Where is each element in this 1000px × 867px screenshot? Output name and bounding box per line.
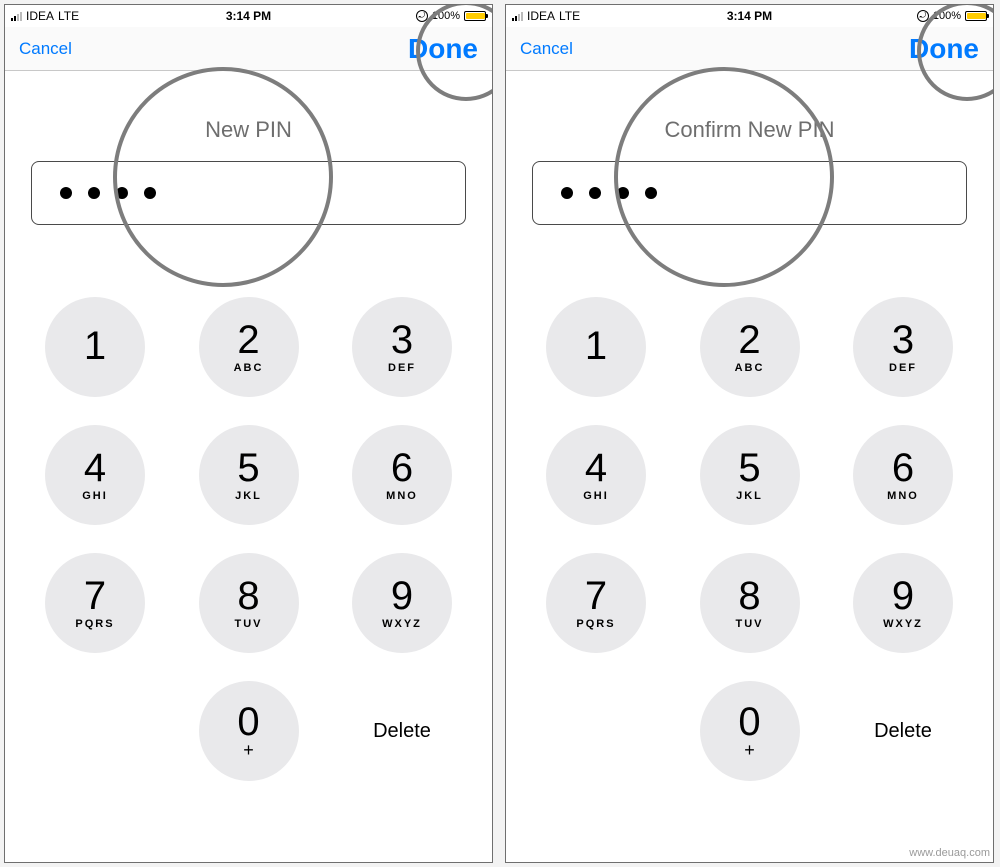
key-7[interactable]: 7PQRS bbox=[546, 553, 646, 653]
orientation-lock-icon: ⤾ bbox=[917, 10, 929, 22]
key-1[interactable]: 1 bbox=[45, 297, 145, 397]
key-0[interactable]: 0+ bbox=[700, 681, 800, 781]
key-2[interactable]: 2ABC bbox=[700, 297, 800, 397]
delete-button[interactable]: Delete bbox=[853, 720, 953, 743]
pin-dot bbox=[645, 187, 657, 199]
key-0[interactable]: 0+ bbox=[199, 681, 299, 781]
pin-dot bbox=[116, 187, 128, 199]
nav-bar: Cancel Done bbox=[506, 27, 993, 71]
keypad-spacer bbox=[546, 681, 646, 781]
screen-confirm-pin: IDEA LTE 3:14 PM ⤾ 100% Cancel Done Conf… bbox=[505, 4, 994, 863]
battery-icon bbox=[464, 11, 486, 21]
key-4[interactable]: 4GHI bbox=[546, 425, 646, 525]
key-4[interactable]: 4GHI bbox=[45, 425, 145, 525]
network-type: LTE bbox=[58, 9, 79, 23]
pin-dot bbox=[617, 187, 629, 199]
battery-percent: 100% bbox=[933, 10, 961, 22]
signal-icon bbox=[512, 11, 523, 21]
carrier-label: IDEA bbox=[26, 9, 54, 23]
key-1[interactable]: 1 bbox=[546, 297, 646, 397]
key-2[interactable]: 2ABC bbox=[199, 297, 299, 397]
key-9[interactable]: 9WXYZ bbox=[853, 553, 953, 653]
orientation-lock-icon: ⤾ bbox=[416, 10, 428, 22]
battery-icon bbox=[965, 11, 987, 21]
key-8[interactable]: 8TUV bbox=[700, 553, 800, 653]
pin-input[interactable] bbox=[31, 161, 466, 225]
pin-dot bbox=[60, 187, 72, 199]
keypad: 1 2ABC 3DEF 4GHI 5JKL 6MNO 7PQRS 8TUV 9W… bbox=[506, 297, 993, 781]
screen-new-pin: IDEA LTE 3:14 PM ⤾ 100% Cancel Done New … bbox=[4, 4, 493, 863]
cancel-button[interactable]: Cancel bbox=[19, 39, 72, 59]
key-7[interactable]: 7PQRS bbox=[45, 553, 145, 653]
pin-dot bbox=[144, 187, 156, 199]
battery-percent: 100% bbox=[432, 10, 460, 22]
key-6[interactable]: 6MNO bbox=[853, 425, 953, 525]
key-6[interactable]: 6MNO bbox=[352, 425, 452, 525]
status-bar: IDEA LTE 3:14 PM ⤾ 100% bbox=[506, 5, 993, 27]
pin-input[interactable] bbox=[532, 161, 967, 225]
page-title: Confirm New PIN bbox=[506, 117, 993, 143]
status-bar: IDEA LTE 3:14 PM ⤾ 100% bbox=[5, 5, 492, 27]
key-5[interactable]: 5JKL bbox=[700, 425, 800, 525]
page-title: New PIN bbox=[5, 117, 492, 143]
cancel-button[interactable]: Cancel bbox=[520, 39, 573, 59]
pin-dot bbox=[561, 187, 573, 199]
network-type: LTE bbox=[559, 9, 580, 23]
done-button[interactable]: Done bbox=[408, 33, 478, 65]
key-3[interactable]: 3DEF bbox=[352, 297, 452, 397]
key-9[interactable]: 9WXYZ bbox=[352, 553, 452, 653]
carrier-label: IDEA bbox=[527, 9, 555, 23]
done-button[interactable]: Done bbox=[909, 33, 979, 65]
signal-icon bbox=[11, 11, 22, 21]
clock: 3:14 PM bbox=[727, 9, 772, 23]
keypad-spacer bbox=[45, 681, 145, 781]
key-8[interactable]: 8TUV bbox=[199, 553, 299, 653]
nav-bar: Cancel Done bbox=[5, 27, 492, 71]
pin-dot bbox=[88, 187, 100, 199]
pin-dot bbox=[589, 187, 601, 199]
key-5[interactable]: 5JKL bbox=[199, 425, 299, 525]
watermark: www.deuaq.com bbox=[909, 847, 990, 859]
key-3[interactable]: 3DEF bbox=[853, 297, 953, 397]
keypad: 1 2ABC 3DEF 4GHI 5JKL 6MNO 7PQRS 8TUV 9W… bbox=[5, 297, 492, 781]
delete-button[interactable]: Delete bbox=[352, 720, 452, 743]
clock: 3:14 PM bbox=[226, 9, 271, 23]
